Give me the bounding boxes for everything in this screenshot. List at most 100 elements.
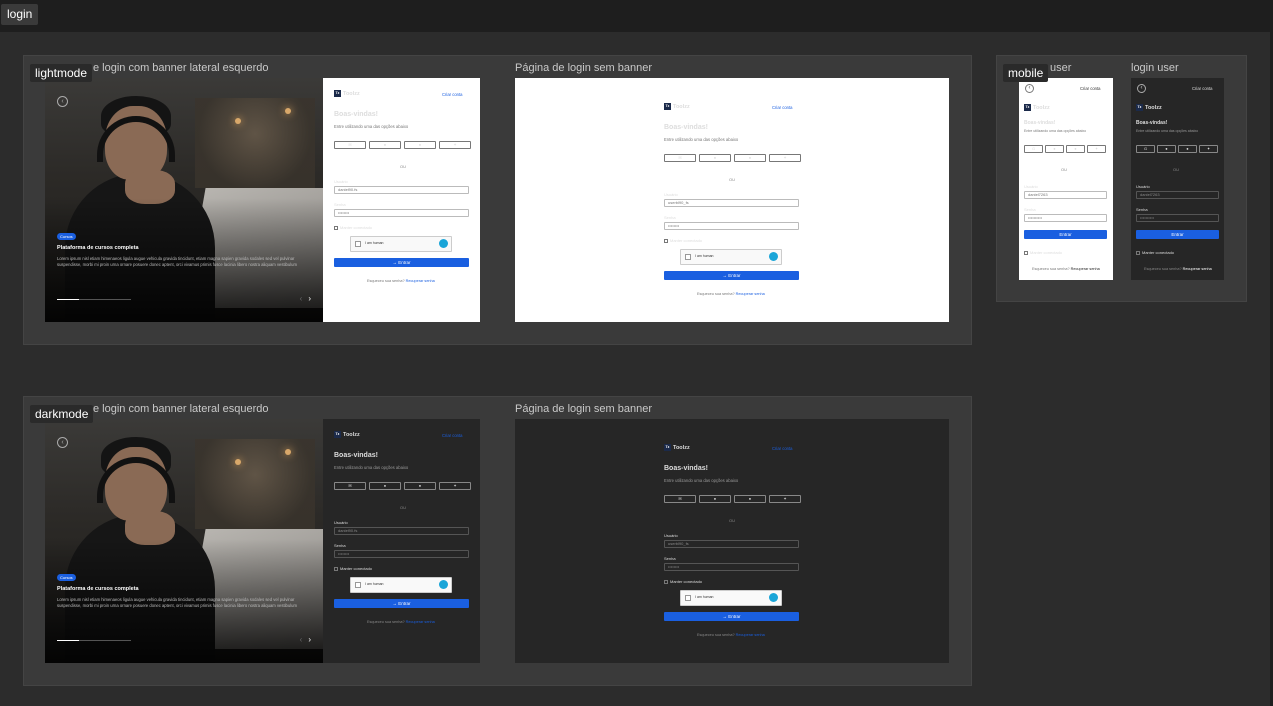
login-banner-dark[interactable]: ‹ Cursos Plataforma de cursos completa L… [45, 419, 480, 663]
captcha-widget[interactable]: I am human [680, 590, 782, 606]
remember-checkbox[interactable]: Manter conectado [664, 238, 702, 243]
submit-button[interactable]: Entrar [1024, 230, 1107, 239]
subtitle: Entre utilizando uma das opções abaixo [1136, 129, 1199, 133]
remember-checkbox[interactable]: Manter conectado [664, 579, 702, 584]
user-input[interactable]: daniel90.fs [334, 527, 469, 535]
forgot-password[interactable]: Esqueceu sua senha? Recuperar senha [1144, 267, 1212, 271]
pass-input[interactable]: •••••••••• [1136, 214, 1219, 222]
back-icon[interactable]: ‹ [57, 96, 68, 107]
pass-label: Senha [1024, 207, 1036, 212]
pass-input[interactable]: •••••••• [664, 563, 799, 571]
welcome-heading: Boas-vindas! [334, 452, 378, 459]
remember-checkbox[interactable]: Manter conectado [334, 566, 372, 571]
subtitle: Entre utilizando uma das opções abaixo [334, 124, 409, 129]
banner-description: Lorem ipsum nisl etiam himenaeos ligula … [57, 256, 297, 267]
back-icon[interactable]: ‹ [57, 437, 68, 448]
forgot-password[interactable]: Esqueceu sua senha? Recuperar senha [697, 633, 765, 637]
pass-label: Senha [664, 215, 676, 220]
submit-button[interactable]: → Entrar [334, 599, 469, 608]
frame-title-nobanner-dark: Página de login sem banner [515, 403, 652, 415]
toolzz-logo: Tz Toolzz [1136, 104, 1162, 111]
welcome-heading: Boas-vindas! [664, 124, 708, 131]
forgot-password[interactable]: Esqueceu sua senha? Recuperar senha [697, 292, 765, 296]
mobile-tag[interactable]: mobile [1003, 64, 1049, 82]
welcome-heading: Boas-vindas! [1136, 120, 1168, 126]
toolzz-logo: Tz Toolzz [334, 90, 360, 97]
captcha-widget[interactable]: I am human [350, 236, 452, 252]
subtitle: Entre utilizando uma das opções abaixo [664, 478, 739, 483]
frame-title-banner-light: e login com banner lateral esquerdo [93, 62, 269, 74]
create-account-link[interactable]: Criar conta [442, 92, 462, 97]
create-account-link[interactable]: Criar conta [1192, 86, 1212, 91]
subtitle: Entre utilizando uma das opções abaixo [334, 465, 409, 470]
social-buttons[interactable]: G ● ● ✦ [1024, 145, 1106, 153]
submit-button[interactable]: → Entrar [334, 258, 469, 267]
user-input[interactable]: userbl90_fs [664, 199, 799, 207]
pass-label: Senha [334, 202, 346, 207]
welcome-heading: Boas-vindas! [334, 111, 378, 118]
banner-title: Plataforma de cursos completa [57, 245, 139, 251]
pass-label: Senha [664, 556, 676, 561]
or-divider: OU [400, 164, 406, 169]
remember-checkbox[interactable]: Manter conectado [1136, 250, 1174, 255]
submit-button[interactable]: → Entrar [664, 271, 799, 280]
pass-label: Senha [1136, 207, 1148, 212]
page-tab-login[interactable]: login [1, 4, 39, 25]
welcome-heading: Boas-vindas! [1024, 120, 1056, 126]
user-input[interactable]: daniel90.fs [334, 186, 469, 194]
submit-button[interactable]: Entrar [1136, 230, 1219, 239]
carousel-dots[interactable] [57, 299, 131, 300]
user-input[interactable]: userbl90_fs [664, 540, 799, 548]
pass-input[interactable]: •••••••• [664, 222, 799, 230]
captcha-widget[interactable]: I am human [350, 577, 452, 593]
social-buttons[interactable]: ✉ ● ● ✦ [334, 482, 471, 490]
forgot-password[interactable]: Esqueceu sua senha? Recuperar senha [1032, 267, 1100, 271]
create-account-link[interactable]: Criar conta [772, 105, 792, 110]
banner-image: ‹ Cursos Plataforma de cursos completa L… [45, 78, 323, 322]
toolzz-logo: Tz Toolzz [1024, 104, 1050, 111]
user-label: Usuário [1136, 184, 1150, 189]
banner-title: Plataforma de cursos completa [57, 586, 139, 592]
social-buttons[interactable]: ✉ ● ● ✦ [664, 495, 801, 503]
carousel-arrows[interactable]: ‹ › [300, 294, 311, 303]
pass-input[interactable]: •••••••••• [1024, 214, 1107, 222]
login-nobanner-dark[interactable]: Tz Toolzz Criar conta Boas-vindas! Entre … [515, 419, 949, 663]
carousel-arrows[interactable]: ‹ › [300, 635, 311, 644]
or-divider: OU [1173, 167, 1179, 172]
user-input[interactable]: daniel7263 [1024, 191, 1107, 199]
category-badge: Cursos [57, 233, 76, 240]
create-account-link[interactable]: Criar conta [442, 433, 462, 438]
user-input[interactable]: daniel7263 [1136, 191, 1219, 199]
login-mobile-dark[interactable]: ‹ Criar conta Tz Toolzz Boas-vindas! Entr… [1131, 78, 1224, 280]
captcha-widget[interactable]: I am human [680, 249, 782, 265]
frame-title-mobile-2: login user [1131, 62, 1179, 74]
create-account-link[interactable]: Criar conta [772, 446, 792, 451]
pass-input[interactable]: •••••••• [334, 550, 469, 558]
login-banner-light[interactable]: ‹ Cursos Plataforma de cursos completa L… [45, 78, 480, 322]
forgot-password[interactable]: Esqueceu sua senha? Recuperar senha [367, 620, 435, 624]
create-account-link[interactable]: Criar conta [1080, 86, 1100, 91]
social-buttons[interactable]: ✉ ● ● ✦ [664, 154, 801, 162]
social-buttons[interactable]: G ● ● ✦ [1136, 145, 1218, 153]
subtitle: Entre utilizando uma das opções abaixo [664, 137, 739, 142]
user-label: Usuário [664, 533, 678, 538]
social-buttons[interactable]: ✉ ● ● ✦ [334, 141, 471, 149]
user-label: Usuário [1024, 184, 1038, 189]
or-divider: OU [729, 518, 735, 523]
pass-input[interactable]: •••••••• [334, 209, 469, 217]
back-icon[interactable]: ‹ [1137, 84, 1146, 93]
forgot-password[interactable]: Esqueceu sua senha? Recuperar senha [367, 279, 435, 283]
carousel-dots[interactable] [57, 640, 131, 641]
submit-button[interactable]: → Entrar [664, 612, 799, 621]
pass-label: Senha [334, 543, 346, 548]
darkmode-tag[interactable]: darkmode [30, 405, 94, 423]
or-divider: OU [400, 505, 406, 510]
remember-checkbox[interactable]: Manter conectado [334, 225, 372, 230]
lightmode-tag[interactable]: lightmode [30, 64, 93, 82]
category-badge: Cursos [57, 574, 76, 581]
remember-checkbox[interactable]: Manter conectado [1024, 250, 1062, 255]
banner-description: Lorem ipsum nisl etiam himenaeos ligula … [57, 597, 297, 608]
login-mobile-light[interactable]: ‹ Criar conta Tz Toolzz Boas-vindas! Entr… [1019, 78, 1113, 280]
back-icon[interactable]: ‹ [1025, 84, 1034, 93]
login-nobanner-light[interactable]: Tz Toolzz Criar conta Boas-vindas! Entre … [515, 78, 949, 322]
